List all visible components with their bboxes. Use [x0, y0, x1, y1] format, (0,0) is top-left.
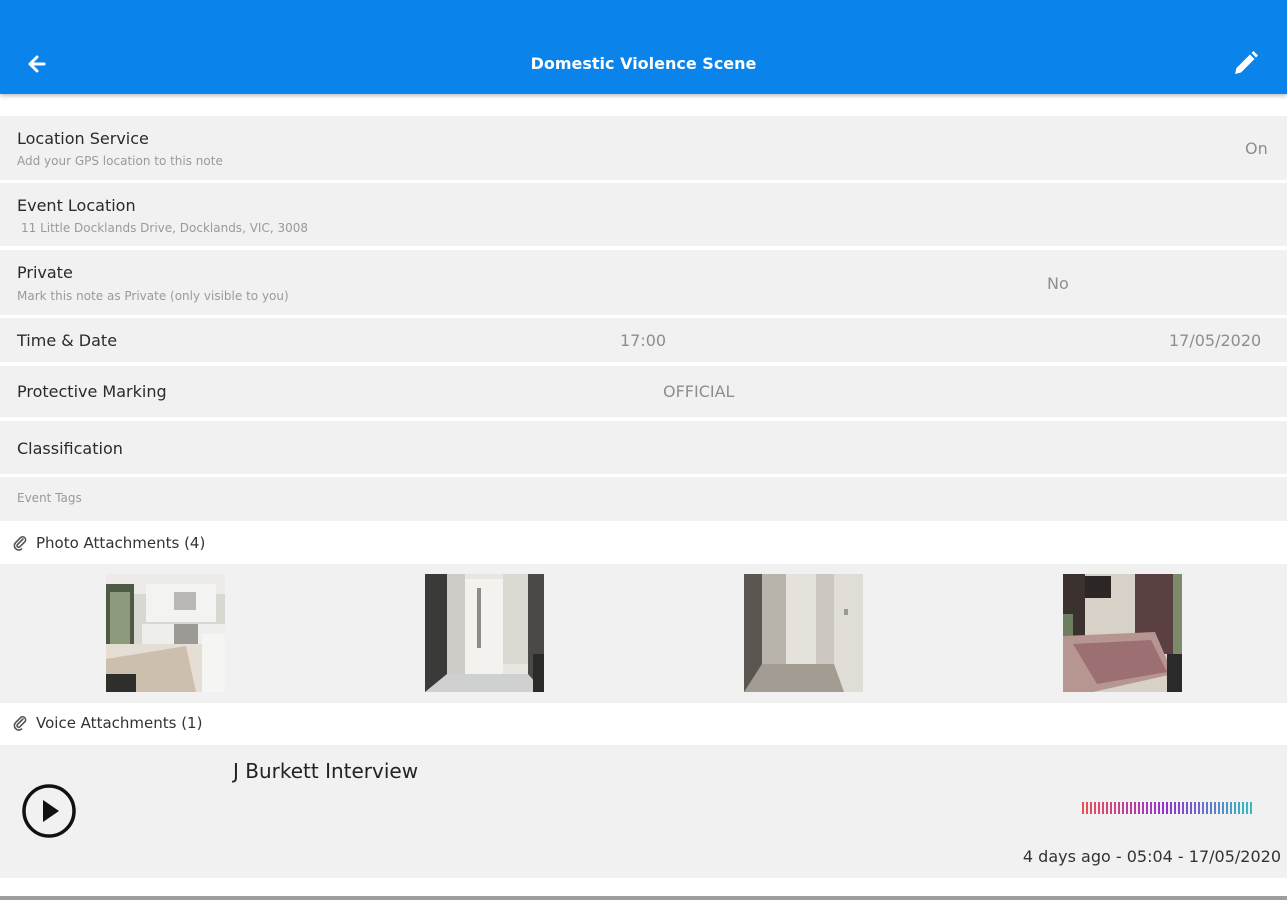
waveform-bar: [1142, 802, 1144, 814]
time-date-label: Time & Date: [17, 331, 118, 350]
waveform-bar: [1134, 802, 1136, 814]
location-service-value[interactable]: On: [1245, 139, 1268, 158]
photo-attachments-header: Photo Attachments (4): [0, 523, 1287, 563]
waveform-bar: [1250, 802, 1252, 814]
waveform-bar: [1082, 802, 1084, 814]
waveform-bar: [1218, 802, 1220, 814]
waveform-bar: [1166, 802, 1168, 814]
waveform-bar: [1098, 802, 1100, 814]
paperclip-icon: [13, 536, 27, 551]
waveform-bar: [1210, 802, 1212, 814]
voice-attachments-header: Voice Attachments (1): [0, 703, 1287, 743]
event-location-row[interactable]: Event Location 11 Little Docklands Drive…: [0, 183, 1287, 246]
waveform-bar: [1206, 802, 1208, 814]
waveform-bar: [1118, 802, 1120, 814]
waveform-bar: [1182, 802, 1184, 814]
waveform-bar: [1190, 802, 1192, 814]
waveform-bar: [1094, 802, 1096, 814]
voice-timestamp: 4 days ago - 05:04 - 17/05/2020: [1022, 847, 1281, 866]
play-button[interactable]: [21, 783, 77, 839]
waveform-bar: [1226, 802, 1228, 814]
waveform-bar: [1178, 802, 1180, 814]
waveform-icon: [1082, 802, 1252, 814]
waveform-bar: [1234, 802, 1236, 814]
waveform-bar: [1090, 802, 1092, 814]
event-location-address: 11 Little Docklands Drive, Docklands, VI…: [21, 221, 308, 235]
time-value[interactable]: 17:00: [620, 331, 666, 350]
bedroom-photo[interactable]: [1063, 574, 1182, 692]
waveform-bar: [1198, 802, 1200, 814]
hallway-door-photo[interactable]: [425, 574, 544, 692]
waveform-bar: [1174, 802, 1176, 814]
location-service-label: Location Service: [17, 129, 149, 148]
waveform-bar: [1122, 802, 1124, 814]
protective-marking-row[interactable]: Protective Marking OFFICIAL: [0, 366, 1287, 417]
waveform-bar: [1114, 802, 1116, 814]
private-description: Mark this note as Private (only visible …: [17, 289, 289, 303]
private-value[interactable]: No: [1047, 274, 1069, 293]
voice-attachments-title: Voice Attachments (1): [36, 714, 203, 732]
kitchen-photo[interactable]: [106, 574, 225, 692]
waveform-bar: [1150, 802, 1152, 814]
voice-title: J Burkett Interview: [233, 759, 419, 783]
corridor-photo[interactable]: [744, 574, 863, 692]
private-label: Private: [17, 263, 73, 282]
location-service-description: Add your GPS location to this note: [17, 154, 223, 168]
waveform-bar: [1238, 802, 1240, 814]
event-tags-placeholder[interactable]: Event Tags: [17, 491, 82, 505]
protective-marking-value[interactable]: OFFICIAL: [663, 382, 734, 401]
waveform-bar: [1138, 802, 1140, 814]
waveform-bar: [1222, 802, 1224, 814]
voice-attachment-item[interactable]: J Burkett Interview 4 days ago - 05:04 -…: [0, 745, 1287, 878]
app-header: Domestic Violence Scene: [0, 0, 1287, 94]
waveform-bar: [1170, 802, 1172, 814]
paperclip-icon: [13, 716, 27, 731]
waveform-bar: [1110, 802, 1112, 814]
classification-row[interactable]: Classification: [0, 421, 1287, 474]
private-row[interactable]: Private Mark this note as Private (only …: [0, 250, 1287, 315]
waveform-bar: [1162, 802, 1164, 814]
waveform-bar: [1130, 802, 1132, 814]
page-title: Domestic Violence Scene: [530, 54, 757, 73]
photo-attachments-title: Photo Attachments (4): [36, 534, 206, 552]
waveform-bar: [1230, 802, 1232, 814]
date-value[interactable]: 17/05/2020: [1169, 331, 1261, 350]
edit-button[interactable]: [1229, 48, 1261, 80]
waveform-bar: [1126, 802, 1128, 814]
location-service-row[interactable]: Location Service Add your GPS location t…: [0, 116, 1287, 180]
event-location-label: Event Location: [17, 196, 136, 215]
waveform-bar: [1102, 802, 1104, 814]
waveform-bar: [1086, 802, 1088, 814]
time-date-row[interactable]: Time & Date 17:00 17/05/2020: [0, 318, 1287, 362]
play-circle-icon: [22, 784, 76, 838]
waveform-bar: [1246, 802, 1248, 814]
waveform-bar: [1186, 802, 1188, 814]
photo-gallery: [0, 564, 1287, 703]
waveform-bar: [1146, 802, 1148, 814]
waveform-bar: [1214, 802, 1216, 814]
waveform-bar: [1158, 802, 1160, 814]
waveform-bar: [1194, 802, 1196, 814]
protective-marking-label: Protective Marking: [17, 382, 167, 401]
bottom-divider: [0, 896, 1287, 900]
waveform-bar: [1202, 802, 1204, 814]
waveform-bar: [1154, 802, 1156, 814]
waveform-bar: [1106, 802, 1108, 814]
pencil-icon: [1235, 51, 1258, 74]
classification-label: Classification: [17, 439, 123, 458]
waveform-bar: [1242, 802, 1244, 814]
event-tags-row[interactable]: Event Tags: [0, 477, 1287, 521]
